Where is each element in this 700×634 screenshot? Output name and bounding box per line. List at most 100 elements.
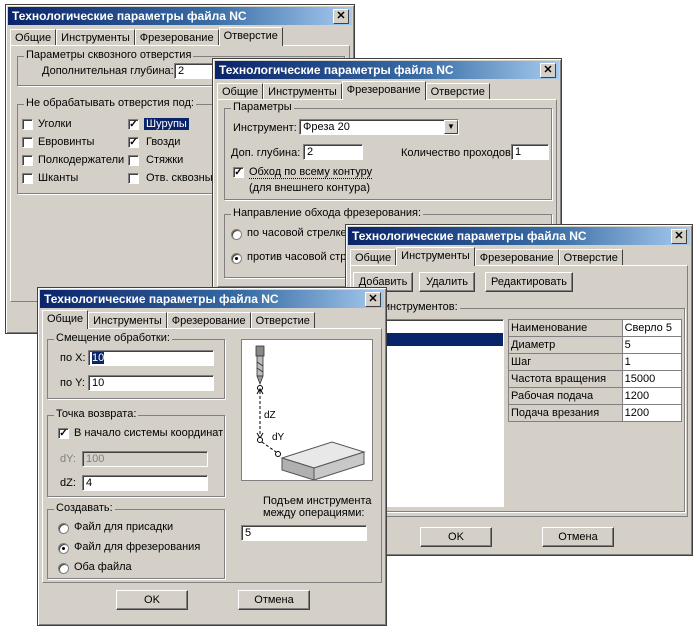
- chevron-down-icon[interactable]: ▼: [444, 120, 458, 134]
- table-row: Частота вращения 15000: [508, 370, 683, 388]
- tab-holes[interactable]: Отверстие: [250, 312, 315, 329]
- holes-dialog-titlebar: Технологические параметры файла NC ✕: [8, 7, 352, 25]
- tools-cancel-button[interactable]: Отмена: [542, 527, 614, 547]
- tool-select[interactable]: Фреза 20 ▼: [299, 119, 459, 135]
- tab-tools[interactable]: Инструменты: [263, 83, 342, 100]
- tab-tools[interactable]: Инструменты: [88, 312, 167, 329]
- origin-label: В начало системы координат: [74, 427, 224, 439]
- close-icon[interactable]: ✕: [671, 229, 687, 244]
- create-group-label: Создавать:: [54, 502, 115, 514]
- drill-icon: [255, 345, 265, 386]
- tools-dialog-titlebar: Технологические параметры файла NC ✕: [348, 227, 690, 245]
- param-value[interactable]: 1200: [621, 404, 683, 422]
- checkbox-full-contour[interactable]: ✓: [233, 167, 244, 178]
- offset-y-input[interactable]: 10: [88, 375, 214, 391]
- create-group: Создавать: Файл для присадки Файл для фр…: [47, 502, 225, 579]
- close-icon[interactable]: ✕: [365, 292, 381, 307]
- tab-holes[interactable]: Отверстие: [558, 249, 623, 266]
- tab-general[interactable]: Общие: [350, 249, 397, 266]
- tab-tools[interactable]: Инструменты: [396, 247, 475, 266]
- tools-ok-button[interactable]: OK: [420, 527, 492, 547]
- label-screws: Шурупы: [144, 118, 189, 130]
- milling-dialog-title: Технологические параметры файла NC: [219, 63, 454, 77]
- through-hole-group-label: Параметры сквозного отверстия: [24, 49, 194, 61]
- param-value[interactable]: Сверло 5: [621, 319, 683, 337]
- label-corners: Уголки: [38, 118, 72, 130]
- close-icon[interactable]: ✕: [333, 9, 349, 24]
- close-icon[interactable]: ✕: [540, 63, 556, 78]
- checkbox-screws[interactable]: ✓: [128, 119, 139, 130]
- tab-milling[interactable]: Фрезерование: [341, 81, 426, 100]
- tab-tools[interactable]: Инструменты: [56, 29, 135, 46]
- tab-holes[interactable]: Отверстие: [218, 27, 283, 46]
- checkbox-nails[interactable]: ✓: [128, 137, 139, 148]
- tab-holes[interactable]: Отверстие: [425, 83, 490, 100]
- table-row: Подача врезания 1200: [508, 404, 683, 422]
- tool-lift-figure: dZ dY: [255, 345, 366, 481]
- table-row: Рабочая подача 1200: [508, 387, 683, 405]
- dz-fig-label: dZ: [264, 410, 276, 421]
- checkbox-corners[interactable]: [22, 119, 33, 130]
- tools-dialog: Технологические параметры файла NC ✕ Общ…: [345, 224, 693, 556]
- tools-dialog-title: Технологические параметры файла NC: [352, 229, 587, 243]
- extra-depth-label: Дополнительная глубина:: [42, 65, 174, 77]
- return-point-group: Точка возврата: ✓ В начало системы коорд…: [47, 408, 225, 497]
- delete-tool-button[interactable]: Удалить: [419, 272, 475, 292]
- workpiece-icon: [280, 441, 366, 481]
- radio-counterclockwise[interactable]: [231, 253, 242, 264]
- return-dz-input[interactable]: 4: [82, 475, 208, 491]
- milling-params-group-label: Параметры: [231, 101, 294, 113]
- tab-general[interactable]: Общие: [42, 310, 89, 329]
- checkbox-dowels[interactable]: [22, 173, 33, 184]
- lift-input[interactable]: 5: [241, 525, 367, 541]
- tool-lift-illustration: dZ dY: [241, 339, 373, 481]
- counterclockwise-label: против часовой стрел: [247, 251, 359, 263]
- tab-milling[interactable]: Фрезерование: [474, 249, 559, 266]
- param-name: Частота вращения: [508, 370, 623, 388]
- general-cancel-button[interactable]: Отмена: [238, 590, 310, 610]
- radio-milling-file[interactable]: [58, 543, 69, 554]
- general-ok-button[interactable]: OK: [116, 590, 188, 610]
- tab-general[interactable]: Общие: [217, 83, 264, 100]
- checkbox-euroscrews[interactable]: [22, 137, 33, 148]
- tab-milling[interactable]: Фрезерование: [166, 312, 251, 329]
- offset-x-value: 10: [92, 352, 105, 364]
- full-contour-note: (для внешнего контура): [249, 182, 371, 194]
- mill-depth-input[interactable]: 2: [303, 144, 363, 160]
- checkbox-shelf-holders[interactable]: [22, 155, 33, 166]
- mill-depth-label: Доп. глубина:: [231, 147, 301, 159]
- general-dialog-title: Технологические параметры файла NC: [44, 292, 279, 306]
- radio-drilling-file[interactable]: [58, 523, 69, 534]
- param-name: Рабочая подача: [508, 387, 623, 405]
- return-dy-input[interactable]: 100: [82, 451, 208, 467]
- label-ties: Стяжки: [146, 154, 184, 166]
- edit-tool-button[interactable]: Редактировать: [485, 272, 573, 292]
- return-point-group-label: Точка возврата:: [54, 408, 139, 420]
- checkbox-ties[interactable]: [128, 155, 139, 166]
- full-contour-label: Обход по всему контуру: [249, 166, 373, 179]
- offset-x-input[interactable]: 10: [88, 350, 214, 366]
- param-value[interactable]: 1: [621, 353, 683, 371]
- drilling-file-label: Файл для присадки: [74, 521, 174, 533]
- checkbox-through-holes[interactable]: [128, 173, 139, 184]
- radio-clockwise[interactable]: [231, 229, 242, 240]
- label-dowels: Шканты: [38, 172, 79, 184]
- tool-params-table: Наименование Сверло 5 Диаметр 5 Шаг 1 Часто…: [508, 319, 683, 422]
- checkbox-origin[interactable]: ✓: [58, 428, 69, 439]
- radio-both-files[interactable]: [58, 563, 69, 574]
- dy-fig-label: dY: [272, 432, 285, 443]
- param-value[interactable]: 1200: [621, 387, 683, 405]
- lift-label-line2: между операциями:: [263, 507, 365, 519]
- label-through-holes: Отв. сквозные: [146, 172, 219, 184]
- label-euroscrews: Евровинты: [38, 136, 95, 148]
- table-row: Диаметр 5: [508, 336, 683, 354]
- passes-input[interactable]: 1: [511, 144, 549, 160]
- tab-general[interactable]: Общие: [10, 29, 57, 46]
- tool-label: Инструмент:: [233, 122, 297, 134]
- param-value[interactable]: 15000: [621, 370, 683, 388]
- offset-group-label: Смещение обработки:: [54, 332, 172, 344]
- general-dialog-tabs: Общие Инструменты Фрезерование Отверстие: [42, 310, 315, 329]
- return-dy-label: dY:: [60, 453, 76, 465]
- tab-milling[interactable]: Фрезерование: [134, 29, 219, 46]
- param-value[interactable]: 5: [621, 336, 683, 354]
